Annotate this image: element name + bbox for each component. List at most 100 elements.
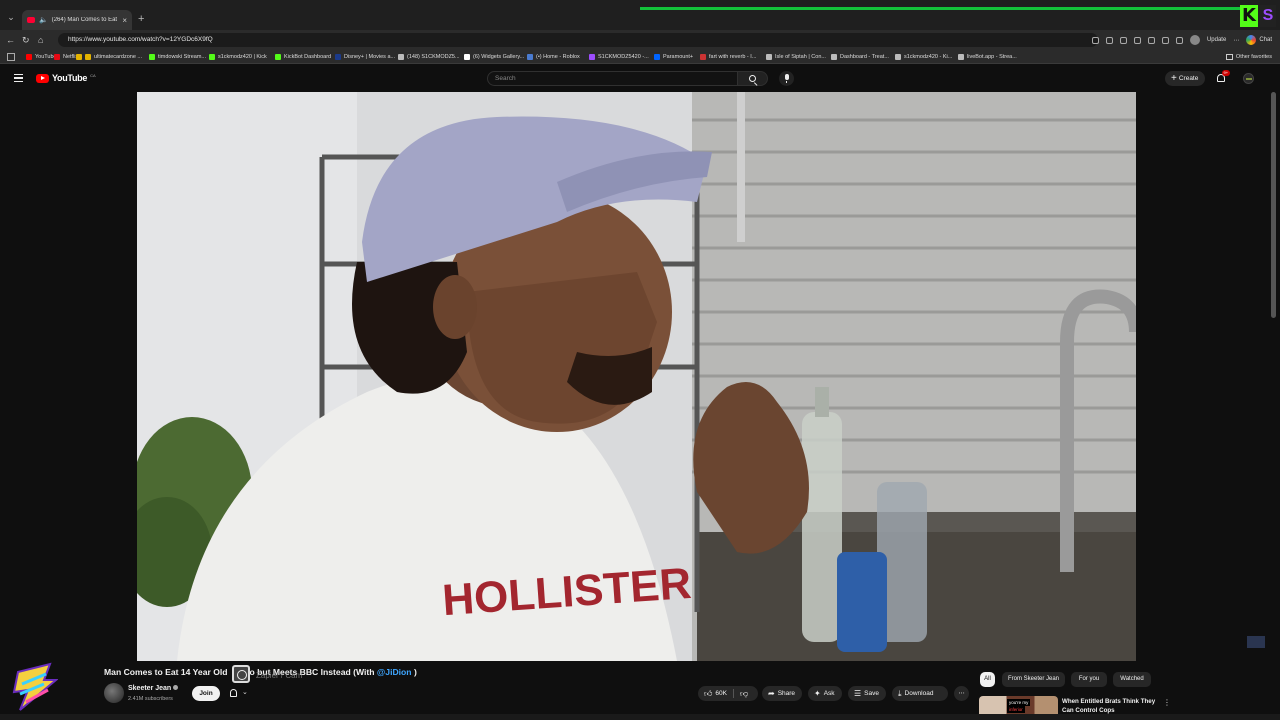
bookmark-favicon-icon (335, 54, 341, 60)
menu-hamburger-icon[interactable] (14, 74, 23, 82)
chip-all[interactable]: All (980, 672, 995, 687)
bookmark-favicon-icon (895, 54, 901, 60)
apps-icon[interactable] (7, 53, 15, 61)
video-frame-image: HOLLISTER (137, 92, 1136, 661)
bookmark-item[interactable]: YouTube (26, 54, 57, 60)
bookmark-favicon-icon (54, 54, 60, 60)
more-actions-icon[interactable]: ⋯ (954, 686, 969, 701)
playlist-add-icon: ☰ (854, 689, 862, 698)
bookmark-item[interactable]: Dashboard - Treat... (831, 54, 895, 60)
bookmark-item[interactable]: S1CKMODZ5420 -... (589, 54, 654, 60)
bookmark-item[interactable]: s1ckmodz420 | Kick (209, 54, 275, 60)
dislike-button[interactable]: 👎︎ (740, 686, 751, 701)
recommended-more-icon[interactable]: ⋮ (1163, 698, 1171, 707)
share-label: Share (777, 690, 796, 697)
bookmark-item[interactable]: s1ckmodz420 - Ki... (895, 54, 958, 60)
download-button[interactable]: ⤓ Download (892, 686, 948, 701)
bookmark-item[interactable]: (•) Home - Roblox (527, 54, 589, 60)
profile-avatar[interactable] (1189, 35, 1200, 45)
bookmark-favicon-icon (398, 54, 404, 60)
bookmark-item[interactable] (76, 54, 85, 60)
bookmark-favicon-icon (831, 54, 837, 60)
bookmark-item[interactable]: timdowski Stream... (149, 54, 209, 60)
update-button[interactable]: Update (1207, 37, 1226, 43)
read-aloud-icon[interactable] (1105, 36, 1113, 44)
bookmark-item[interactable]: ultimatecardzone ... (85, 54, 149, 60)
horizontal-scrollbar[interactable] (0, 714, 1280, 720)
browser-toolbar: ← ↻ ⌂ https://www.youtube.com/watch?v=12… (0, 30, 1280, 50)
favorites-icon[interactable] (1161, 36, 1169, 44)
extension-icon[interactable] (1091, 36, 1099, 44)
thumbs-up-icon: 👍︎ (704, 689, 713, 698)
share-button[interactable]: ➦ Share (762, 686, 802, 701)
bookmark-favicon-icon (26, 54, 32, 60)
like-button[interactable]: 👍︎ 60K (704, 689, 727, 698)
browser-tab-active[interactable]: 🔈 (264) Man Comes to Eat 14 Y... × (22, 10, 132, 30)
chip-from-channel[interactable]: From Skeeter Jean (1002, 672, 1065, 687)
bookmark-favicon-icon (766, 54, 772, 60)
bookmark-label: liveBot.app - Strea... (967, 54, 1017, 60)
tab-close-icon[interactable]: × (122, 16, 127, 25)
bookmark-label: (148) S1CKMODZ5... (407, 54, 460, 60)
bookmark-item[interactable]: fart with reverb - I... (700, 54, 766, 60)
join-button[interactable]: Join (192, 686, 220, 701)
bookmark-item[interactable]: Netflix (54, 54, 78, 60)
notifications-bell-icon[interactable]: 9+ (1216, 70, 1230, 83)
bookmark-item[interactable]: (6) Widgets Gallery... (464, 54, 527, 60)
channel-name[interactable]: Skeeter Jean (128, 685, 179, 692)
overlay-watermark-text: Zapier / Cam (256, 671, 303, 680)
address-bar[interactable]: https://www.youtube.com/watch?v=12YGDc6X… (58, 33, 1098, 47)
extensions-puzzle-icon[interactable] (1147, 36, 1155, 44)
chip-watched[interactable]: Watched (1113, 672, 1151, 687)
youtube-header: YouTube CA Search + Create 9+ (0, 65, 1280, 92)
bookmark-item[interactable]: Isle of Siptah | Con... (766, 54, 831, 60)
more-menu-icon[interactable]: ⋯ (1233, 37, 1239, 44)
ask-button[interactable]: ✦ Ask (808, 686, 842, 701)
chat-label: Chat (1259, 37, 1272, 43)
search-button[interactable] (738, 71, 768, 86)
share-arrow-icon: ➦ (768, 689, 775, 698)
bookmark-item[interactable]: Paramount+ (654, 54, 700, 60)
tab-title: (264) Man Comes to Eat 14 Y... (51, 17, 119, 23)
bookmark-label: (6) Widgets Gallery... (473, 54, 525, 60)
save-label: Save (864, 690, 879, 697)
split-screen-icon[interactable] (1133, 36, 1141, 44)
account-avatar[interactable] (1243, 73, 1254, 84)
reload-icon[interactable]: ↻ (22, 34, 30, 46)
tab-list-chevron-icon[interactable]: ⌄ (6, 12, 16, 22)
bookmark-label: Paramount+ (663, 54, 694, 60)
other-favorites[interactable]: Other favorites (1225, 50, 1272, 64)
bookmark-label: KickBot Dashboard (284, 54, 332, 60)
search-input[interactable]: Search (487, 71, 738, 86)
new-tab-plus-icon[interactable]: + (138, 13, 144, 25)
save-button[interactable]: ☰ Save (848, 686, 886, 701)
mention-link[interactable]: @JiDion (377, 667, 412, 677)
verified-check-icon (173, 685, 179, 690)
bookmark-item[interactable]: Disney+ | Movies a... (335, 54, 398, 60)
subscription-bell-button[interactable]: ⌄ (228, 688, 252, 700)
copilot-chat-button[interactable]: Chat (1246, 35, 1272, 45)
channel-avatar[interactable] (104, 683, 124, 703)
audio-playing-icon[interactable]: 🔈 (39, 16, 48, 24)
create-button[interactable]: + Create (1165, 71, 1205, 86)
bookmark-favicon-icon (275, 54, 281, 60)
search-icon (749, 75, 756, 82)
bookmark-item[interactable]: liveBot.app - Strea... (958, 54, 1023, 60)
voice-search-mic-icon[interactable] (779, 71, 794, 86)
bookmark-item[interactable]: KickBot Dashboard (275, 54, 335, 60)
home-icon[interactable]: ⌂ (38, 34, 43, 46)
youtube-logo[interactable]: YouTube CA (36, 73, 96, 83)
video-player[interactable]: HOLLISTER (137, 92, 1136, 661)
bookmark-favicon-icon (76, 54, 82, 60)
youtube-wordmark: YouTube (52, 73, 88, 83)
favorite-star-icon[interactable] (1119, 36, 1127, 44)
bookmark-favicon-icon (958, 54, 964, 60)
recommended-title[interactable]: When Entitled Brats Think They Can Contr… (1062, 697, 1162, 715)
page-scrollbar-thumb[interactable] (1271, 92, 1276, 318)
downloads-icon[interactable] (1175, 36, 1183, 44)
stream-overlay-badge (1247, 636, 1265, 648)
bookmark-item[interactable]: (148) S1CKMODZ5... (398, 54, 464, 60)
chip-for-you[interactable]: For you (1071, 672, 1107, 687)
bookmarks-bar: YouTube Netflix ultimatecardzone ... timdow… (0, 50, 1280, 64)
back-arrow-icon[interactable]: ← (6, 34, 15, 46)
